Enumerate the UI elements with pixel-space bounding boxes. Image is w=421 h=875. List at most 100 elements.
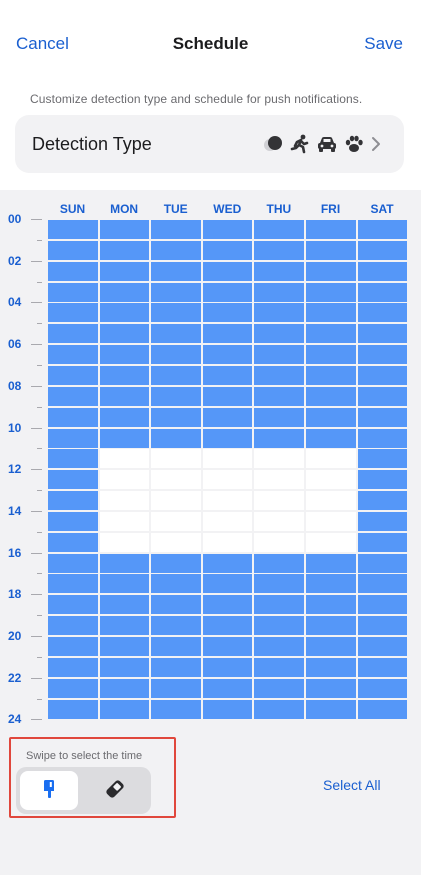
schedule-cell[interactable] bbox=[202, 595, 253, 615]
schedule-cell[interactable] bbox=[306, 470, 356, 490]
schedule-cell[interactable] bbox=[202, 345, 253, 365]
day-header-sun[interactable]: SUN bbox=[47, 202, 98, 216]
schedule-cell[interactable] bbox=[99, 261, 150, 281]
schedule-cell[interactable] bbox=[151, 699, 201, 719]
schedule-cell[interactable] bbox=[357, 428, 408, 448]
schedule-cell[interactable] bbox=[306, 261, 356, 281]
schedule-cell[interactable] bbox=[48, 386, 98, 406]
schedule-cell[interactable] bbox=[202, 637, 253, 656]
day-header-wed[interactable]: WED bbox=[202, 202, 253, 216]
schedule-cell[interactable] bbox=[254, 261, 304, 281]
schedule-cell[interactable] bbox=[357, 657, 408, 677]
schedule-cell[interactable] bbox=[48, 449, 98, 469]
schedule-cell[interactable] bbox=[202, 491, 253, 511]
schedule-cell[interactable] bbox=[48, 511, 98, 531]
schedule-cell[interactable] bbox=[48, 282, 98, 302]
schedule-cell[interactable] bbox=[306, 532, 356, 552]
schedule-cell[interactable] bbox=[48, 553, 98, 573]
schedule-cell[interactable] bbox=[151, 657, 201, 677]
schedule-cell[interactable] bbox=[99, 449, 150, 469]
schedule-cell[interactable] bbox=[254, 449, 304, 469]
schedule-cell[interactable] bbox=[306, 282, 356, 302]
schedule-cell[interactable] bbox=[254, 574, 304, 594]
schedule-cell[interactable] bbox=[306, 407, 356, 427]
schedule-cell[interactable] bbox=[48, 574, 98, 594]
schedule-cell[interactable] bbox=[48, 407, 98, 427]
schedule-cell[interactable] bbox=[99, 553, 150, 573]
schedule-cell[interactable] bbox=[202, 616, 253, 636]
schedule-cell[interactable] bbox=[357, 407, 408, 427]
schedule-cell[interactable] bbox=[48, 616, 98, 636]
schedule-cell[interactable] bbox=[99, 657, 150, 677]
schedule-cell[interactable] bbox=[254, 345, 304, 365]
schedule-cell[interactable] bbox=[151, 386, 201, 406]
select-all-button[interactable]: Select All bbox=[323, 777, 381, 793]
day-header-tue[interactable]: TUE bbox=[150, 202, 201, 216]
schedule-cell[interactable] bbox=[99, 532, 150, 552]
schedule-cell[interactable] bbox=[48, 532, 98, 552]
schedule-cell[interactable] bbox=[357, 365, 408, 385]
schedule-cell[interactable] bbox=[357, 261, 408, 281]
schedule-cell[interactable] bbox=[254, 386, 304, 406]
schedule-cell[interactable] bbox=[48, 491, 98, 511]
schedule-cell[interactable] bbox=[99, 303, 150, 323]
save-button[interactable]: Save bbox=[364, 34, 403, 54]
schedule-cell[interactable] bbox=[306, 324, 356, 344]
schedule-cell[interactable] bbox=[99, 511, 150, 531]
schedule-cell[interactable] bbox=[357, 637, 408, 656]
schedule-cell[interactable] bbox=[202, 282, 253, 302]
schedule-cell[interactable] bbox=[306, 511, 356, 531]
schedule-cell[interactable] bbox=[99, 282, 150, 302]
schedule-cell[interactable] bbox=[306, 595, 356, 615]
schedule-cell[interactable] bbox=[254, 365, 304, 385]
schedule-cell[interactable] bbox=[357, 220, 408, 239]
day-header-mon[interactable]: MON bbox=[99, 202, 150, 216]
schedule-cell[interactable] bbox=[99, 345, 150, 365]
schedule-cell[interactable] bbox=[254, 470, 304, 490]
schedule-cell[interactable] bbox=[99, 220, 150, 239]
schedule-cell[interactable] bbox=[254, 595, 304, 615]
schedule-cell[interactable] bbox=[254, 324, 304, 344]
schedule-cell[interactable] bbox=[254, 657, 304, 677]
schedule-cell[interactable] bbox=[357, 303, 408, 323]
schedule-cell[interactable] bbox=[48, 470, 98, 490]
schedule-cell[interactable] bbox=[99, 470, 150, 490]
schedule-cell[interactable] bbox=[202, 303, 253, 323]
schedule-cell[interactable] bbox=[99, 595, 150, 615]
schedule-cell[interactable] bbox=[151, 574, 201, 594]
schedule-cell[interactable] bbox=[151, 532, 201, 552]
schedule-cell[interactable] bbox=[254, 240, 304, 260]
erase-mode-button[interactable] bbox=[86, 771, 144, 810]
schedule-cell[interactable] bbox=[151, 240, 201, 260]
schedule-cell[interactable] bbox=[306, 220, 356, 239]
schedule-cell[interactable] bbox=[151, 261, 201, 281]
schedule-cell[interactable] bbox=[202, 365, 253, 385]
schedule-cell[interactable] bbox=[48, 220, 98, 239]
schedule-cell[interactable] bbox=[151, 678, 201, 698]
schedule-cell[interactable] bbox=[151, 553, 201, 573]
schedule-cell[interactable] bbox=[48, 678, 98, 698]
schedule-cell[interactable] bbox=[306, 574, 356, 594]
schedule-cell[interactable] bbox=[48, 637, 98, 656]
schedule-cell[interactable] bbox=[48, 699, 98, 719]
schedule-cell[interactable] bbox=[202, 449, 253, 469]
cancel-button[interactable]: Cancel bbox=[16, 34, 69, 54]
schedule-cell[interactable] bbox=[48, 240, 98, 260]
schedule-cell[interactable] bbox=[357, 553, 408, 573]
schedule-cell[interactable] bbox=[306, 345, 356, 365]
schedule-cell[interactable] bbox=[306, 449, 356, 469]
schedule-cell[interactable] bbox=[99, 407, 150, 427]
schedule-cell[interactable] bbox=[151, 365, 201, 385]
schedule-cell[interactable] bbox=[151, 428, 201, 448]
schedule-cell[interactable] bbox=[254, 553, 304, 573]
schedule-cell[interactable] bbox=[357, 491, 408, 511]
schedule-cell[interactable] bbox=[357, 345, 408, 365]
schedule-cell[interactable] bbox=[306, 657, 356, 677]
schedule-cell[interactable] bbox=[306, 678, 356, 698]
schedule-cell[interactable] bbox=[357, 449, 408, 469]
schedule-cell[interactable] bbox=[99, 616, 150, 636]
schedule-cell[interactable] bbox=[202, 428, 253, 448]
schedule-cell[interactable] bbox=[48, 345, 98, 365]
schedule-cell[interactable] bbox=[151, 637, 201, 656]
schedule-cell[interactable] bbox=[151, 282, 201, 302]
